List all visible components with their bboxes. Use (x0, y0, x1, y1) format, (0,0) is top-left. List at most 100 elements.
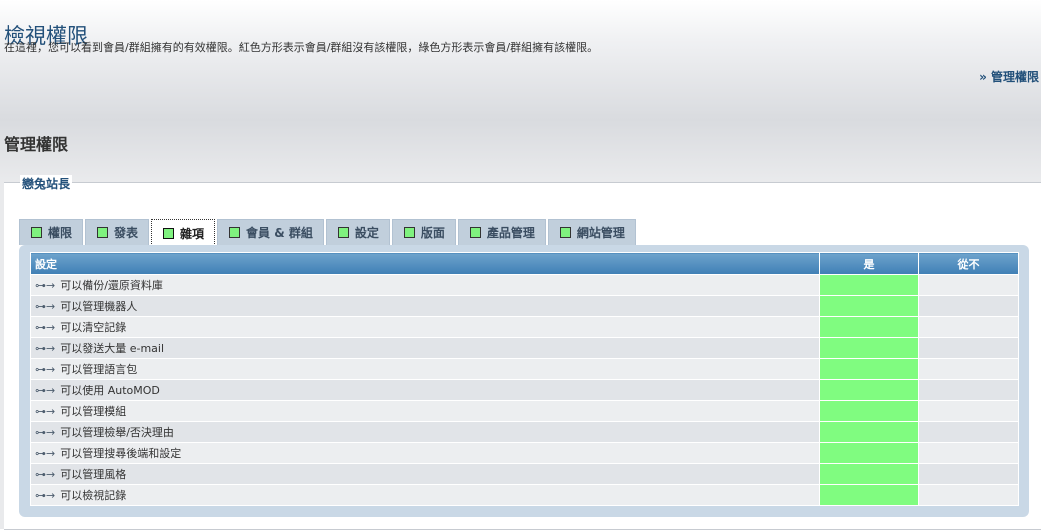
tab-label: 產品管理 (486, 226, 535, 240)
table-row: ⊶→ 可以備份/還原資料庫 (30, 274, 1019, 296)
green-square-icon (31, 227, 42, 238)
green-square-icon (163, 227, 175, 239)
tab-3[interactable]: 會員 & 群組 (217, 219, 324, 245)
tab-label: 會員 & 群組 (246, 226, 313, 240)
permission-name-cell: ⊶→ 可以備份/還原資料庫 (30, 274, 820, 296)
tab-2[interactable]: 雜項 (151, 219, 216, 246)
table-row: ⊶→ 可以管理風格 (30, 463, 1019, 485)
yes-cell (819, 358, 919, 380)
green-square-icon (97, 227, 109, 238)
permission-name-cell: ⊶→ 可以管理語言包 (30, 358, 820, 380)
yes-cell (819, 400, 919, 422)
never-cell (918, 274, 1019, 296)
permission-label: 可以管理檢舉/否決理由 (60, 426, 174, 439)
table-row: ⊶→ 可以使用 AutoMOD (30, 379, 1019, 401)
tab-7[interactable]: 網站管理 (547, 219, 636, 245)
permission-tabs: 權限 發表 雜項 會員 & 群組 設定 版面 產品管理 網站管理 (19, 219, 638, 246)
never-cell (918, 463, 1019, 485)
tab-4[interactable]: 設定 (325, 219, 390, 245)
arrow-key-icon: ⊶→ (35, 447, 56, 460)
tab-label: 版面 (420, 226, 445, 240)
never-cell (918, 421, 1019, 443)
table-row: ⊶→ 可以管理機器人 (30, 295, 1019, 317)
yes-cell (819, 337, 919, 359)
permission-label: 可以管理機器人 (60, 300, 138, 313)
green-square-icon (337, 227, 349, 238)
never-cell (918, 295, 1019, 317)
tab-label: 網站管理 (576, 226, 625, 240)
permission-label: 可以管理模組 (60, 405, 127, 418)
arrow-key-icon: ⊶→ (35, 426, 56, 439)
table-row: ⊶→ 可以管理模組 (30, 400, 1019, 422)
green-square-icon (559, 227, 571, 238)
tab-label: 權限 (48, 226, 73, 240)
arrow-key-icon: ⊶→ (35, 342, 56, 355)
permission-label: 可以管理語言包 (60, 363, 138, 376)
yes-cell (819, 295, 919, 317)
arrow-key-icon: ⊶→ (35, 468, 56, 481)
column-header-never: 從不 (918, 252, 1019, 275)
permission-name-cell: ⊶→ 可以管理搜尋後端和設定 (30, 442, 820, 464)
table-row: ⊶→ 可以管理語言包 (30, 358, 1019, 380)
never-cell (918, 379, 1019, 401)
permission-name-cell: ⊶→ 可以管理模組 (30, 400, 820, 422)
tab-6[interactable]: 產品管理 (457, 219, 546, 245)
permissions-table-container: 設定 是 從不 ⊶→ 可以備份/還原資料庫 ⊶→ 可以管理機器人 ⊶→ 可以清空記錄 ⊶→ 可… (19, 245, 1029, 517)
permission-name-cell: ⊶→ 可以使用 AutoMOD (30, 379, 820, 401)
arrow-key-icon: ⊶→ (35, 300, 56, 313)
yes-cell (819, 484, 919, 506)
yes-cell (819, 463, 919, 485)
green-square-icon (403, 227, 415, 238)
arrow-key-icon: ⊶→ (35, 489, 56, 502)
permission-name-cell: ⊶→ 可以清空記錄 (30, 316, 820, 338)
tab-label: 設定 (354, 226, 379, 240)
permission-label: 可以清空記錄 (60, 321, 127, 334)
yes-cell (819, 421, 919, 443)
tab-1[interactable]: 發表 (85, 219, 150, 245)
table-row: ⊶→ 可以清空記錄 (30, 316, 1019, 338)
table-row: ⊶→ 可以發送大量 e-mail (30, 337, 1019, 359)
page-description: 在這裡，您可以看到會員/群組擁有的有效權限。紅色方形表示會員/群組沒有該權限，綠… (4, 41, 599, 54)
permissions-table: 設定 是 從不 ⊶→ 可以備份/還原資料庫 ⊶→ 可以管理機器人 ⊶→ 可以清空記錄 ⊶→ 可… (30, 252, 1019, 506)
arrow-key-icon: ⊶→ (35, 279, 56, 292)
yes-cell (819, 316, 919, 338)
green-square-icon (469, 227, 481, 238)
permission-label: 可以管理風格 (60, 468, 127, 481)
never-cell (918, 358, 1019, 380)
permission-name-cell: ⊶→ 可以發送大量 e-mail (30, 337, 820, 359)
permission-name-cell: ⊶→ 可以管理風格 (30, 463, 820, 485)
arrow-key-icon: ⊶→ (35, 384, 56, 397)
arrow-key-icon: ⊶→ (35, 321, 56, 334)
column-header-setting: 設定 (30, 252, 820, 275)
permission-name-cell: ⊶→ 可以管理檢舉/否決理由 (30, 421, 820, 443)
section-title: 管理權限 (4, 135, 69, 154)
permission-label: 可以備份/還原資料庫 (60, 279, 163, 292)
tab-0[interactable]: 權限 (19, 219, 84, 245)
table-header-row: 設定 是 從不 (30, 252, 1019, 275)
never-cell (918, 400, 1019, 422)
permission-label: 可以使用 AutoMOD (60, 384, 160, 397)
never-cell (918, 337, 1019, 359)
table-row: ⊶→ 可以管理搜尋後端和設定 (30, 442, 1019, 464)
table-row: ⊶→ 可以管理檢舉/否決理由 (30, 421, 1019, 443)
never-cell (918, 442, 1019, 464)
yes-cell (819, 274, 919, 296)
tab-5[interactable]: 版面 (391, 219, 456, 245)
never-cell (918, 316, 1019, 338)
yes-cell (819, 379, 919, 401)
green-square-icon (229, 227, 241, 238)
arrow-key-icon: ⊶→ (35, 363, 56, 376)
permission-label: 可以檢視記錄 (60, 489, 127, 502)
tab-label: 雜項 (180, 226, 205, 241)
permission-label: 可以管理搜尋後端和設定 (60, 447, 182, 460)
permission-name-cell: ⊶→ 可以管理機器人 (30, 295, 820, 317)
manage-permissions-link[interactable]: » 管理權限 (979, 68, 1039, 85)
arrow-key-icon: ⊶→ (35, 405, 56, 418)
group-name: 戀兔站長 (20, 175, 73, 192)
tab-label: 發表 (114, 226, 139, 240)
permission-label: 可以發送大量 e-mail (60, 342, 165, 355)
never-cell (918, 484, 1019, 506)
yes-cell (819, 442, 919, 464)
permission-name-cell: ⊶→ 可以檢視記錄 (30, 484, 820, 506)
table-row: ⊶→ 可以檢視記錄 (30, 484, 1019, 506)
